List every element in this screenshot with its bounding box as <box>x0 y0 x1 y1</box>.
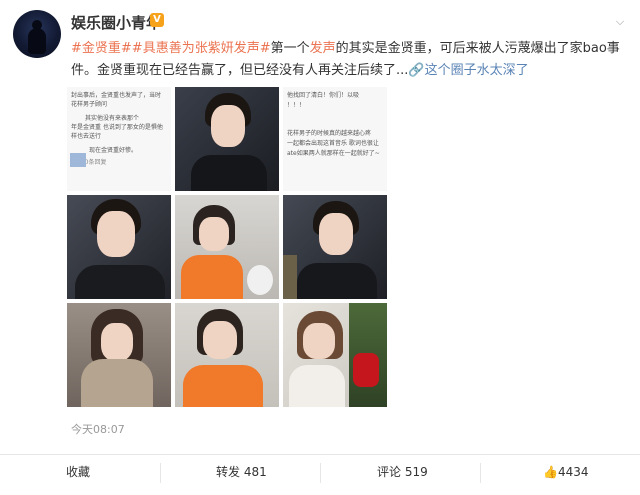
image-thumbnail[interactable] <box>67 195 171 299</box>
article-link[interactable]: 🔗这个圈子水太深了 <box>408 63 528 78</box>
image-thumbnail[interactable] <box>175 87 279 191</box>
screenshot-line: 年是金贤重 也说到了那女的是惧他 <box>71 124 163 131</box>
username[interactable]: 娱乐圈小青年 <box>71 12 161 33</box>
post-text-part: 第一个 <box>270 41 310 56</box>
image-thumbnail[interactable] <box>67 303 171 407</box>
image-thumbnail[interactable] <box>283 303 387 407</box>
screenshot-line: 他找回了清白！你们！以吸 <box>287 92 360 99</box>
screenshot-line: 一起都会出现这首音乐 歌词也很让 <box>287 140 379 147</box>
like-button[interactable]: 👍4434 <box>543 455 589 495</box>
screenshot-line: 样也去送行 <box>71 133 102 140</box>
image-thumbnail[interactable] <box>175 195 279 299</box>
image-grid: 封出事后，金贤重也发声了，当时 花样男子顾问 其实他没有来表那个 年是金贤重 也… <box>67 87 391 412</box>
verified-badge-icon: V <box>150 13 164 27</box>
screenshot-line: ！！！ <box>287 102 306 109</box>
screenshot-line: 其实他没有来表那个 <box>85 115 140 122</box>
image-thumbnail[interactable]: 他找回了清白！你们！以吸 ！！！ 花样男子的时候真的越来越心疼 一起都会出现这首… <box>283 87 387 191</box>
hashtag-link[interactable]: #金贤重# <box>71 41 132 56</box>
action-bar: 收藏 转发 481 评论 519 👍4434 <box>0 454 640 495</box>
image-thumbnail[interactable]: 封出事后，金贤重也发声了，当时 花样男子顾问 其实他没有来表那个 年是金贤重 也… <box>67 87 171 191</box>
repost-button[interactable]: 转发 481 <box>216 455 267 495</box>
post-text: #金贤重##具惠善为张紫妍发声#第一个发声的其实是金贤重，可后来被人污蔑爆出了家… <box>71 38 626 82</box>
screenshot-line: ate如果两人就那样在一起就好了~ <box>287 150 380 157</box>
image-thumbnail[interactable] <box>283 195 387 299</box>
screenshot-line: 花样男子的时候真的越来越心疼 <box>287 130 372 137</box>
image-thumbnail[interactable] <box>175 303 279 407</box>
like-count: 4434 <box>557 465 589 479</box>
chevron-down-icon[interactable]: ⌵ <box>612 14 628 30</box>
user-avatar[interactable] <box>13 10 61 58</box>
screenshot-line: 封出事后，金贤重也发声了，当时 <box>71 92 162 99</box>
post-timestamp: 今天08:07 <box>71 423 125 436</box>
hashtag-link[interactable]: #具惠善为张紫妍发声# <box>132 41 271 56</box>
thumbs-up-icon: 👍 <box>543 465 558 479</box>
weibo-post-card: 娱乐圈小青年 V ⌵ #金贤重##具惠善为张紫妍发声#第一个发声的其实是金贤重，… <box>0 0 640 494</box>
screenshot-line: 花样男子顾问 <box>71 101 108 108</box>
comment-button[interactable]: 评论 519 <box>377 455 428 495</box>
keyword-link[interactable]: 发声 <box>310 41 336 56</box>
favorite-button[interactable]: 收藏 <box>66 455 90 495</box>
